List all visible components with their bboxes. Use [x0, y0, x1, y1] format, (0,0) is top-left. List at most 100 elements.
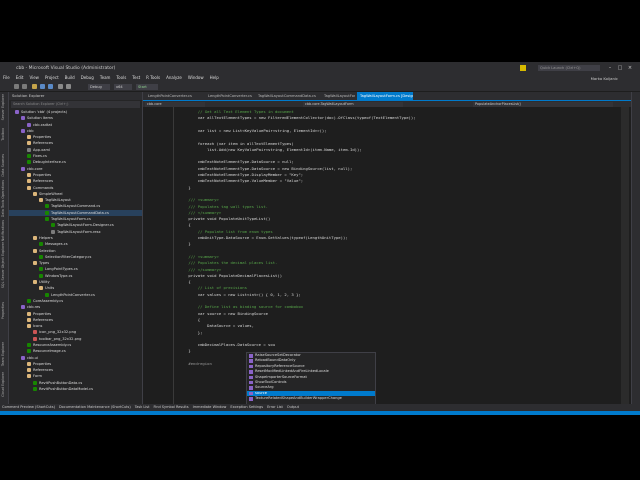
left-strip-tab[interactable]: Team Explorer	[1, 342, 7, 366]
completion-label: ResetModifiedLinkedAndFireLinkedLocale	[255, 369, 329, 374]
tree-item-label: Properties	[33, 135, 52, 140]
file-icon	[27, 342, 31, 347]
solution-explorer-title: Solution Explorer	[9, 92, 142, 100]
file-icon	[39, 198, 43, 203]
file-icon	[27, 160, 31, 165]
code-line: cmbTextNoteElementType.DataSource = new …	[179, 165, 353, 171]
open-folder-icon[interactable]	[32, 84, 37, 89]
tree-item-label: TagWallLayoutForm.Designer.cs	[57, 223, 114, 228]
bottom-tab[interactable]: Immediate Window	[191, 404, 229, 411]
bottom-tab[interactable]: Find Symbol Results	[152, 404, 191, 411]
maximize-icon[interactable]: □	[616, 64, 624, 72]
left-strip-tab[interactable]: SQL Server Object Explorer	[1, 242, 7, 288]
file-icon	[27, 172, 31, 177]
tree-item-label: WindowType.cs	[45, 273, 73, 278]
menu-item[interactable]: Debug	[78, 74, 97, 82]
tree-item-label: Form	[33, 374, 43, 379]
quick-launch-input[interactable]: Quick Launch (Ctrl+Q)	[538, 65, 600, 71]
menu-item[interactable]: Build	[62, 74, 78, 82]
configuration-select[interactable]: Debug	[88, 84, 110, 90]
tab-document[interactable]: LengthPointConverter.cs	[145, 92, 203, 100]
start-button[interactable]: Start	[136, 84, 158, 90]
menu-item[interactable]: Edit	[13, 74, 27, 82]
tree-item-label: Properties	[33, 172, 52, 177]
undo-icon[interactable]	[58, 84, 63, 89]
save-all-icon[interactable]	[48, 84, 53, 89]
menu-item[interactable]: R Tools	[143, 74, 163, 82]
minimize-icon[interactable]: –	[606, 64, 614, 72]
menu-item[interactable]: Help	[207, 74, 222, 82]
file-icon	[33, 330, 37, 335]
file-icon	[33, 191, 37, 196]
member-icon	[249, 364, 253, 369]
menu-item[interactable]: Analyze	[163, 74, 185, 82]
tab-document[interactable]: TagWallLayoutCommandData.cs	[255, 92, 319, 100]
bottom-tab[interactable]: Comment Preview (ShortCuts)	[0, 404, 57, 411]
editor-scrollbar[interactable]	[621, 107, 629, 404]
left-strip-tab[interactable]: Server Explorer	[1, 94, 7, 120]
left-strip-tab[interactable]: Properties	[1, 302, 7, 319]
tab-document[interactable]: TagWallLayoutForm.cs [Design]	[357, 92, 413, 100]
tree-item-label: TagWallLayoutForm.resx	[57, 229, 101, 234]
tree-item-label: SelectionFilterCategory.cs	[45, 254, 92, 259]
file-icon	[33, 387, 37, 392]
code-line: DataSource = values,	[179, 323, 254, 329]
tree-item-label: Solution Items	[27, 116, 53, 121]
document-tabs: LengthPointConverter.cs LengthPointConver…	[143, 92, 631, 100]
file-icon	[15, 110, 19, 114]
forward-icon[interactable]	[22, 84, 27, 89]
menu-item[interactable]: File	[0, 74, 13, 82]
window-title: cbb - Microsoft Visual Studio (Administr…	[16, 66, 116, 71]
solution-search-input[interactable]: Search Solution Explorer (Ctrl+;)	[11, 101, 140, 108]
menu-item[interactable]: Test	[129, 74, 143, 82]
file-icon	[33, 261, 37, 266]
user-name[interactable]: Marko Koljanic	[591, 76, 618, 81]
bottom-tab[interactable]: Task List	[133, 404, 152, 411]
bottom-tab[interactable]: Output	[285, 404, 301, 411]
tree-item-label: App.xaml	[33, 147, 50, 152]
file-icon	[27, 298, 31, 303]
code-line: {	[179, 222, 191, 228]
code-line: }	[179, 241, 191, 247]
left-strip-tab[interactable]: Toolbox	[1, 128, 7, 141]
tree-item-label: cbb.ui	[27, 355, 38, 360]
left-strip-tab[interactable]: Data Tools Operations	[1, 180, 7, 217]
completion-item[interactable]: TextureRelatedShapeAndBuilderWrapperChan…	[247, 396, 375, 401]
tab-document[interactable]: LengthPointConverter.cs	[205, 92, 253, 100]
bottom-tab[interactable]: Documentation Maintenance (ShortCuts)	[57, 404, 133, 411]
tab-document[interactable]: TagWallLayoutForm.cs	[321, 92, 355, 100]
bottom-tab[interactable]: Error List	[265, 404, 285, 411]
tree-item-label: Types	[39, 261, 50, 266]
left-strip-tab[interactable]: Notifications	[1, 220, 7, 241]
save-icon[interactable]	[40, 84, 45, 89]
left-strip-tab[interactable]: Cloud Explorer	[1, 372, 7, 397]
code-line: }	[179, 348, 191, 354]
menu-item[interactable]: Window	[185, 74, 207, 82]
tree-item[interactable]: RevitPushButtonDataModel.cs	[9, 386, 142, 392]
platform-select[interactable]: x64	[114, 84, 132, 90]
redo-icon[interactable]	[66, 84, 71, 89]
tree-item-label: Icons	[33, 324, 43, 329]
bottom-tab[interactable]: Exception Settings	[228, 404, 265, 411]
menu-item[interactable]: Project	[42, 74, 62, 82]
menu-item[interactable]: Tools	[113, 74, 129, 82]
tree-item-label: Properties	[33, 311, 52, 316]
tree-item-label: toolbar_png_32x32.png	[39, 336, 82, 341]
close-icon[interactable]: ×	[626, 64, 634, 72]
completion-label: RaiseSourceSetDecorator	[255, 353, 301, 357]
menu-item[interactable]: View	[26, 74, 42, 82]
tree-item-label: References	[33, 368, 53, 373]
right-tool-strip	[631, 92, 640, 404]
member-icon	[249, 375, 253, 380]
code-area[interactable]: // Get all Text Element Types in documen…	[143, 107, 631, 404]
notification-flag-icon[interactable]	[520, 65, 526, 71]
left-strip-tab[interactable]: Data Sources	[1, 154, 7, 177]
menu-item[interactable]: Team	[97, 74, 114, 82]
member-icon	[249, 391, 253, 396]
file-icon	[39, 267, 43, 272]
code-line: /// Populates tag wall types list.	[179, 203, 269, 209]
back-icon[interactable]	[14, 84, 19, 89]
visual-studio-window: cbb - Microsoft Visual Studio (Administr…	[0, 62, 640, 415]
file-icon	[27, 311, 31, 316]
file-icon	[39, 242, 43, 247]
